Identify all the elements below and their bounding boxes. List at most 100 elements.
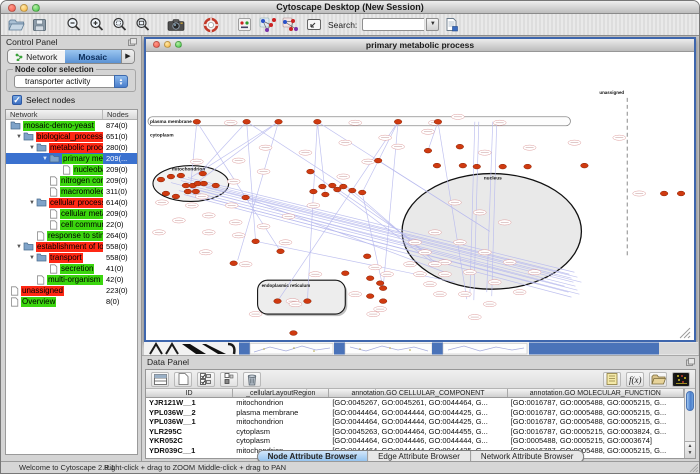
network-node[interactable] [499,164,507,169]
column-header[interactable]: ID [146,389,233,397]
network-node[interactable] [374,158,382,163]
attribute-matrix-icon[interactable] [672,372,690,387]
zoom-fit-icon[interactable] [132,16,153,34]
tree-node-label[interactable]: nitrogen compo [60,176,103,186]
table-row[interactable]: YJR121W__1mitochondrion[GO:0045267, GO:0… [146,398,684,408]
scrollbar-thumb[interactable] [686,391,694,411]
tree-node-label[interactable]: Overview [21,297,56,307]
network-node[interactable] [348,188,356,193]
network-window-titlebar[interactable]: primary metabolic process [146,39,694,52]
tree-row[interactable]: macromolecule311(0) [6,186,137,197]
tree-node-label[interactable]: mosaic-demo-yeast [23,121,95,131]
network-node[interactable] [157,177,165,182]
network-node[interactable] [376,281,384,286]
formula-fx-icon[interactable]: f(x) [626,372,644,387]
table-scrollbar[interactable]: ▲▼ [684,389,695,458]
table-row[interactable]: YKR052Ccytoplasm[GO:0044464, GO:0044446,… [146,436,684,446]
network-node[interactable] [310,189,318,194]
network-node[interactable] [379,299,387,304]
network-node[interactable] [304,299,312,304]
open-attributes-folder-icon[interactable] [649,372,667,387]
expand-triangle-icon[interactable]: ▼ [41,156,49,162]
expand-triangle-icon[interactable]: ▼ [15,244,23,250]
snapshot-camera-icon[interactable] [166,16,187,34]
column-header[interactable]: annotation.GO MOLECULAR_FUNCTION [508,389,684,397]
network-minimize-button[interactable] [164,41,171,48]
expand-triangle-icon[interactable]: ▼ [28,145,36,151]
network-node[interactable] [172,194,180,199]
scrollbar-arrows[interactable]: ▲▼ [685,441,695,458]
tree-row[interactable]: nitrogen compo209(0) [6,175,137,186]
table-row[interactable]: YPL036W__2plasma membrane[GO:0044464, GO… [146,408,684,418]
tree-row[interactable]: Overview8(0) [6,296,137,307]
delete-attribute-trash-icon[interactable] [243,372,261,387]
expand-triangle-icon[interactable]: ▼ [15,134,23,140]
resize-grip-icon[interactable] [688,462,698,472]
table-row[interactable]: YPL036W__1mitochondrion[GO:0044464, GO:0… [146,417,684,427]
network-node[interactable] [433,163,441,168]
tree-node-label[interactable]: secretion [60,264,94,274]
attribute-columns-icon[interactable] [220,372,238,387]
tree-node-label[interactable]: nucleobase- [73,165,103,175]
tree-node-label[interactable]: unassigned [21,286,64,296]
open-folder-icon[interactable] [6,16,27,34]
network-node[interactable] [200,181,208,186]
zoom-out-icon[interactable] [63,16,84,34]
tab-network[interactable]: Network [8,50,65,63]
annotation-icon[interactable] [234,16,255,34]
tree-row[interactable]: ▼establishment of lo558(0) [6,241,137,252]
close-button[interactable] [8,4,16,12]
tabs-overflow-arrow[interactable]: ▶ [121,50,134,63]
tree-node-label[interactable]: cellular process [49,198,103,208]
tree-node-label[interactable]: cell communicat [60,220,103,230]
network-node[interactable] [193,119,201,124]
network-node[interactable] [184,189,192,194]
select-nodes-checkbox[interactable]: ✓ [12,95,22,105]
column-header[interactable]: _cellularLayoutRegion [233,389,329,397]
network-node[interactable] [162,191,170,196]
tree-row[interactable]: multi-organism pro42(0) [6,274,137,285]
tree-node-label[interactable]: macromolecule [60,187,103,197]
tree-node-label[interactable]: multi-organism pro [47,275,103,285]
manage-panel-icon[interactable] [303,16,324,34]
zoom-window-button[interactable] [32,4,40,12]
network-node[interactable] [277,249,285,254]
tree-row[interactable]: unassigned223(0) [6,285,137,296]
network-node[interactable] [230,261,238,266]
network-node[interactable] [177,173,185,178]
network-node[interactable] [524,164,532,169]
network-node[interactable] [212,183,220,188]
tree-row[interactable]: nucleobase-209(0) [6,164,137,175]
attribute-table-icon[interactable] [151,372,169,387]
save-icon[interactable] [29,16,50,34]
help-lifering-icon[interactable] [200,16,221,34]
zoom-in-icon[interactable] [86,16,107,34]
network-node[interactable] [242,195,250,200]
network-node[interactable] [252,239,260,244]
network-node[interactable] [358,190,366,195]
tree-row[interactable]: secretion41(0) [6,263,137,274]
network-node[interactable] [473,164,481,169]
network-node[interactable] [314,119,322,124]
tree-node-label[interactable]: cellular metabo [60,209,103,219]
select-attributes-icon[interactable] [197,372,215,387]
network-node[interactable] [394,119,402,124]
network-node[interactable] [581,163,589,168]
network-node[interactable] [456,144,464,149]
network-node[interactable] [182,183,190,188]
tree-row[interactable]: response to stimul264(0) [6,230,137,241]
tree-row[interactable]: cellular metabo209(0) [6,208,137,219]
tree-row[interactable]: ▼metabolic process280(0) [6,142,137,153]
network-node[interactable] [167,174,175,179]
zoom-selected-icon[interactable] [109,16,130,34]
tree-node-label[interactable]: response to stimul [47,231,103,241]
network-node[interactable] [379,286,387,291]
network-node[interactable] [319,184,327,189]
tree-row[interactable]: ▼biological_process651(0) [6,131,137,142]
minimize-button[interactable] [20,4,28,12]
network-node[interactable] [660,191,668,196]
column-header[interactable]: annotation.GO CELLULAR_COMPONENT [329,389,507,397]
tree-row[interactable]: ▼cellular process614(0) [6,197,137,208]
network-node[interactable] [192,189,200,194]
table-row[interactable]: YLR295Ccytoplasm[GO:0045263, GO:0044464,… [146,427,684,437]
